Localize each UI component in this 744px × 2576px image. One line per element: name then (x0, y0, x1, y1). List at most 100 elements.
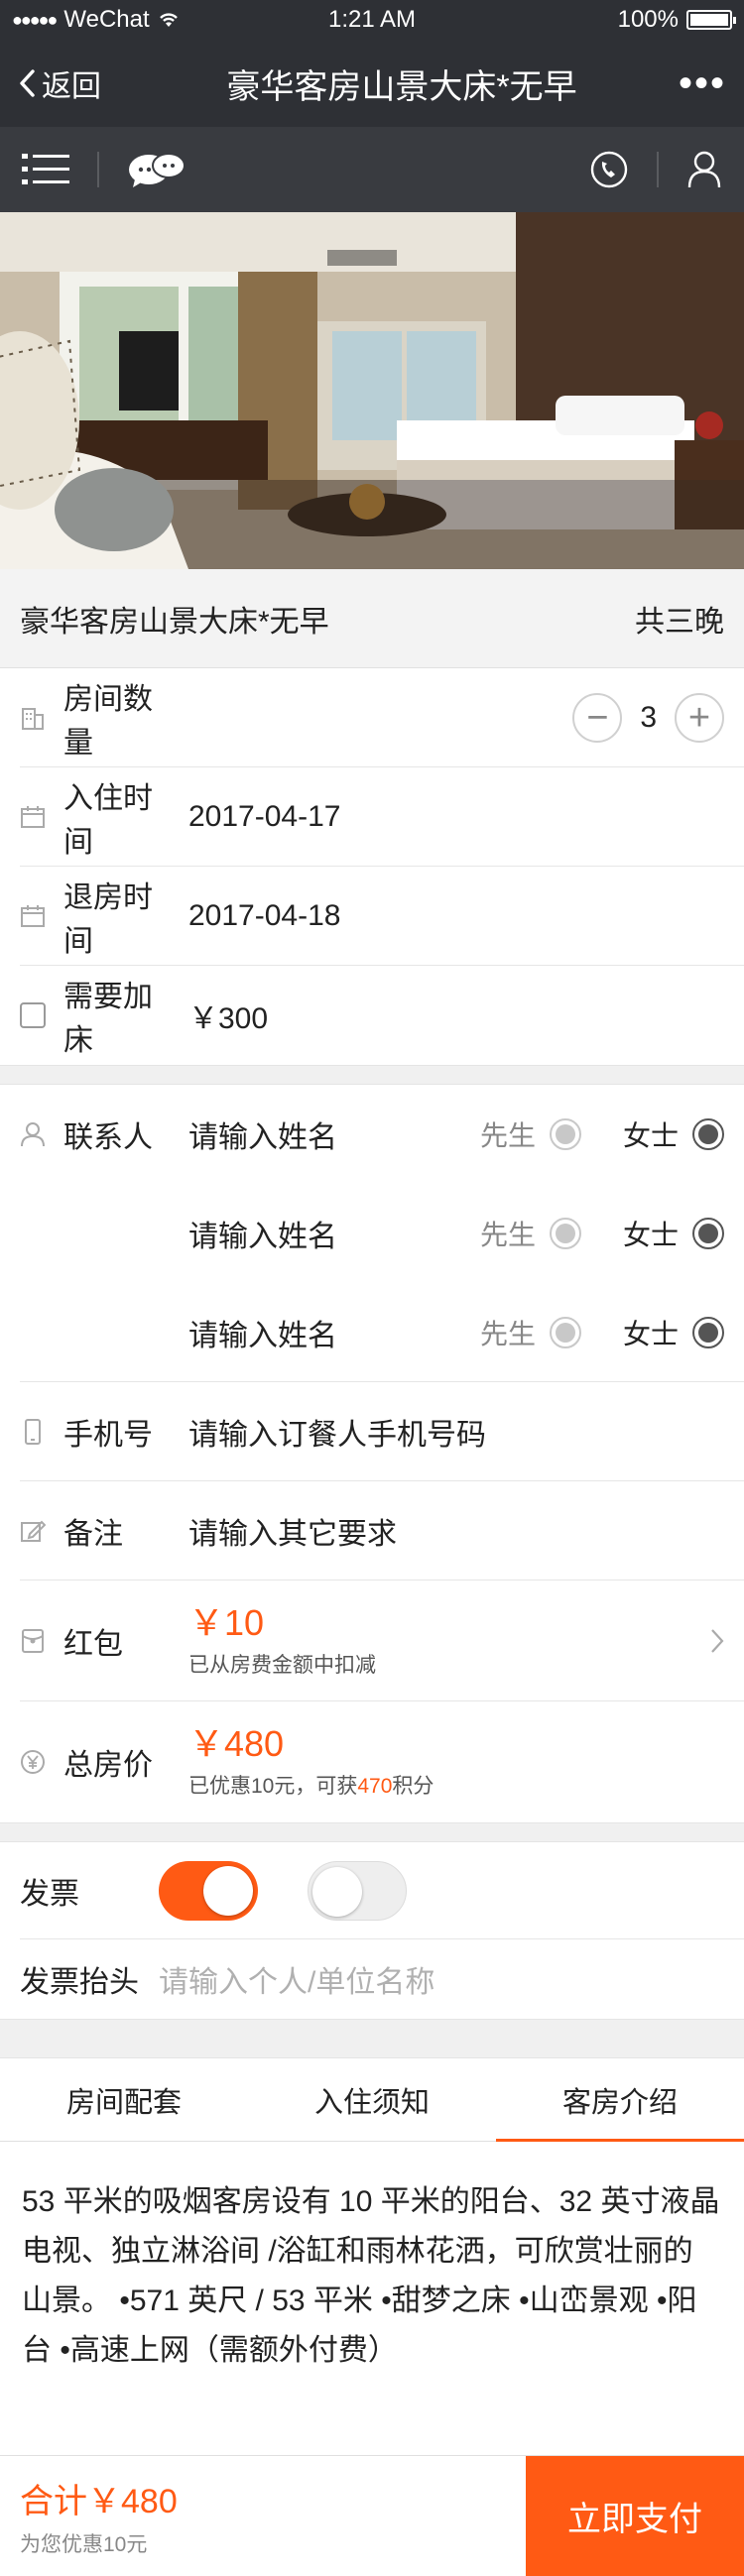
more-button[interactable]: ••• (679, 63, 726, 103)
contact-row: 联系人 请输入姓名 先生 女士 (0, 1085, 744, 1184)
room-description: 53 平米的吸烟客房设有 10 平米的阳台、32 英寸液晶电视、独立淋浴间 /浴… (22, 2185, 720, 2367)
checkout-label: 退房时间 (63, 881, 153, 958)
total-amount: ￥480 (188, 1723, 285, 1765)
section-divider (0, 1822, 744, 1842)
checkin-date: 2017-04-17 (188, 800, 341, 833)
footer-total: 合计￥480 (20, 2483, 178, 2520)
rooms-label: 房间数量 (63, 683, 153, 760)
tab-checkin-notes[interactable]: 入住须知 (248, 2058, 496, 2141)
info-tabs: 房间配套 入住须知 客房介绍 (0, 2058, 744, 2142)
mobile-icon (25, 1419, 41, 1445)
invoice-label: 发票 (20, 1878, 79, 1911)
person-icon (21, 1122, 45, 1147)
yen-coin-icon (21, 1750, 45, 1774)
mr-radio[interactable] (549, 1218, 581, 1249)
phone-label: 手机号 (63, 1419, 153, 1452)
remark-row: 备注 请输入其它要求 (0, 1481, 744, 1581)
increment-button[interactable]: + (675, 693, 724, 743)
gender-ms-option[interactable]: 女士 (623, 1313, 724, 1352)
contact-row: 请输入姓名 先生 女士 (0, 1283, 744, 1382)
total-label: 总房价 (63, 1749, 153, 1782)
invoice-toggle-off[interactable] (308, 1861, 407, 1921)
tab-room-intro[interactable]: 客房介绍 (496, 2058, 744, 2142)
chevron-right-icon (711, 1629, 724, 1653)
phone-icon[interactable] (589, 150, 629, 189)
room-quantity-row: 房间数量 − 3 + (0, 668, 744, 767)
pay-button[interactable]: 立即支付 (526, 2456, 744, 2576)
contact-label: 联系人 (63, 1121, 153, 1154)
user-icon[interactable] (686, 150, 722, 189)
mr-label: 先生 (479, 1220, 536, 1250)
clock: 1:21 AM (327, 6, 417, 33)
red-packet-row[interactable]: 红包 ￥10 已从房费金额中扣减 (0, 1581, 744, 1701)
ms-radio[interactable] (692, 1218, 724, 1249)
checkout-row[interactable]: 退房时间 2017-04-18 (0, 867, 744, 966)
checkout-date: 2017-04-18 (188, 899, 341, 932)
toolbar-divider-right (657, 152, 659, 187)
extra-bed-checkbox[interactable] (20, 1002, 46, 1028)
battery-icon (686, 10, 736, 30)
invoice-title-row: 发票抬头 请输入个人/单位名称 (0, 1939, 744, 2019)
remark-label: 备注 (63, 1518, 123, 1551)
quantity-value: 3 (640, 701, 657, 734)
total-note: 已优惠10元，可获470积分 (188, 1774, 434, 1798)
red-packet-icon (22, 1629, 44, 1653)
red-packet-amount: ￥10 (188, 1602, 265, 1644)
chat-icon[interactable] (127, 150, 186, 189)
building-icon (22, 708, 44, 730)
extra-bed-price: ￥300 (188, 1002, 269, 1035)
decrement-button[interactable]: − (572, 693, 623, 743)
calendar-icon (21, 905, 45, 927)
ms-label: 女士 (622, 1120, 679, 1151)
mr-radio[interactable] (549, 1317, 581, 1348)
ms-label: 女士 (622, 1319, 679, 1349)
mr-radio[interactable] (549, 1118, 581, 1150)
toolbar (0, 127, 744, 212)
red-packet-label: 红包 (63, 1628, 123, 1661)
room-name: 豪华客房山景大床*无早 (20, 605, 329, 639)
invoice-toggle-on[interactable] (159, 1861, 258, 1921)
order-summary: 合计￥480 为您优惠10元 (0, 2456, 526, 2576)
contact-name-input[interactable]: 请输入姓名 (188, 1311, 337, 1354)
ms-radio[interactable] (692, 1118, 724, 1150)
gender-mr-option[interactable]: 先生 (480, 1114, 581, 1154)
gender-ms-option[interactable]: 女士 (623, 1114, 724, 1154)
ms-label: 女士 (622, 1220, 679, 1250)
contact-row: 请输入姓名 先生 女士 (0, 1184, 744, 1283)
status-bar: ●●●●● WeChat 1:21 AM 100% (0, 0, 744, 40)
ms-radio[interactable] (692, 1317, 724, 1348)
extra-bed-row: 需要加床 ￥300 (0, 966, 744, 1065)
menu-icon[interactable] (22, 150, 69, 189)
calendar-icon (21, 806, 45, 828)
contact-name-input[interactable]: 请输入姓名 (188, 1112, 337, 1156)
extra-bed-label: 需要加床 (63, 981, 153, 1057)
back-button[interactable]: 返回 (18, 61, 101, 105)
phone-row: 手机号 请输入订餐人手机号码 (0, 1382, 744, 1481)
invoice-title-input[interactable]: 请输入个人/单位名称 (159, 1957, 434, 2001)
remark-input[interactable]: 请输入其它要求 (188, 1509, 397, 1553)
red-packet-note: 已从房费金额中扣减 (188, 1653, 376, 1677)
page-title: 豪华客房山景大床*无早 (226, 67, 577, 106)
room-summary: 豪华客房山景大床*无早 共三晚 (0, 569, 744, 668)
checkin-row[interactable]: 入住时间 2017-04-17 (0, 767, 744, 867)
phone-input[interactable]: 请输入订餐人手机号码 (188, 1410, 486, 1454)
nav-bar: 返回 豪华客房山景大床*无早 ••• (0, 40, 744, 127)
checkout-bar: 合计￥480 为您优惠10元 立即支付 (0, 2455, 744, 2576)
gender-mr-option[interactable]: 先生 (480, 1214, 581, 1253)
total-info: ￥480 已优惠10元，可获470积分 (188, 1724, 434, 1800)
quantity-stepper: − 3 + (572, 693, 724, 743)
tab-room-facilities[interactable]: 房间配套 (0, 2058, 248, 2141)
total-price-row: 总房价 ￥480 已优惠10元，可获470积分 (0, 1701, 744, 1822)
gender-ms-option[interactable]: 女士 (623, 1214, 724, 1253)
gender-select: 先生 女士 (480, 1214, 724, 1253)
contact-name-input[interactable]: 请输入姓名 (188, 1212, 337, 1255)
mr-label: 先生 (479, 1120, 536, 1151)
edit-icon (21, 1520, 46, 1542)
back-label: 返回 (42, 70, 101, 103)
gender-mr-option[interactable]: 先生 (480, 1313, 581, 1352)
section-divider (0, 1065, 744, 1085)
gender-select: 先生 女士 (480, 1313, 724, 1352)
mr-label: 先生 (479, 1319, 536, 1349)
section-divider (0, 2019, 744, 2058)
invoice-title-label: 发票抬头 (20, 1966, 139, 1999)
